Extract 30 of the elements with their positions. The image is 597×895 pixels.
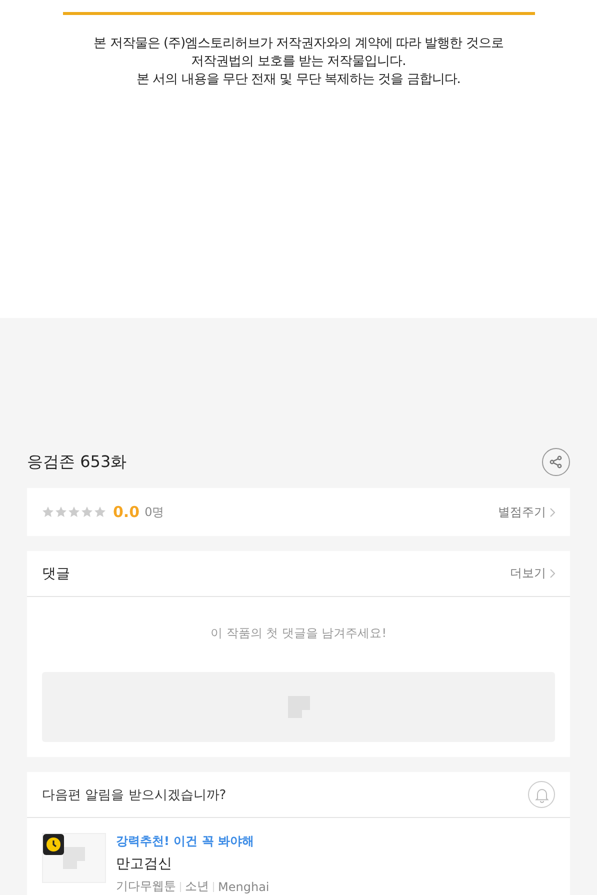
copyright-notice-line: 저작권법의 보호를 받는 저작물입니다. (190, 53, 407, 71)
notification-question: 다음편 알림을 받으시겠습니까? (42, 786, 226, 804)
copyright-notice-line: 본 저작물은 (주)엠스토리허브가 저작권자와의 계약에 따라 발행한 것으로 (92, 35, 504, 53)
star-icon[interactable] (55, 506, 67, 518)
chevron-icon (550, 508, 555, 516)
webtoon-meta: 기다무웹툰 (116, 878, 176, 895)
more-link[interactable]: 더보기 (510, 565, 555, 582)
star-icon[interactable] (42, 506, 54, 518)
star-icon[interactable] (94, 506, 106, 518)
copyright-notice-line: 본 서의 내용을 무단 전재 및 무단 복제하는 것을 금합니다. (136, 71, 462, 89)
rating-score: 0.0 (113, 503, 140, 521)
recommendation-tagline: 강력추천! 이건 꼭 봐야해 (116, 833, 256, 850)
webtoon-title[interactable]: 만고검신 (116, 855, 270, 873)
empty-comments-message: 이 작품의 첫 댓글을 남겨주세요! (209, 625, 388, 642)
comments-title: 댓글 (42, 564, 70, 582)
webtoon-meta: Menghai (218, 880, 270, 894)
share-icon (549, 455, 563, 469)
webtoon-meta: 소년 (185, 878, 209, 895)
thumbnail[interactable] (42, 833, 106, 883)
episode-title: 응검존 653화 (27, 452, 127, 472)
image-placeholder-icon (63, 847, 85, 869)
star-icon[interactable] (68, 506, 80, 518)
star-icon[interactable] (81, 506, 93, 518)
chevron-icon (550, 569, 555, 578)
bell-icon (534, 786, 550, 802)
rating-count: 0명 (144, 504, 164, 520)
clock-icon (43, 834, 64, 855)
share-button[interactable] (542, 448, 570, 476)
rate-link[interactable]: 별점주기 (498, 504, 555, 520)
bell-button[interactable] (528, 781, 555, 808)
